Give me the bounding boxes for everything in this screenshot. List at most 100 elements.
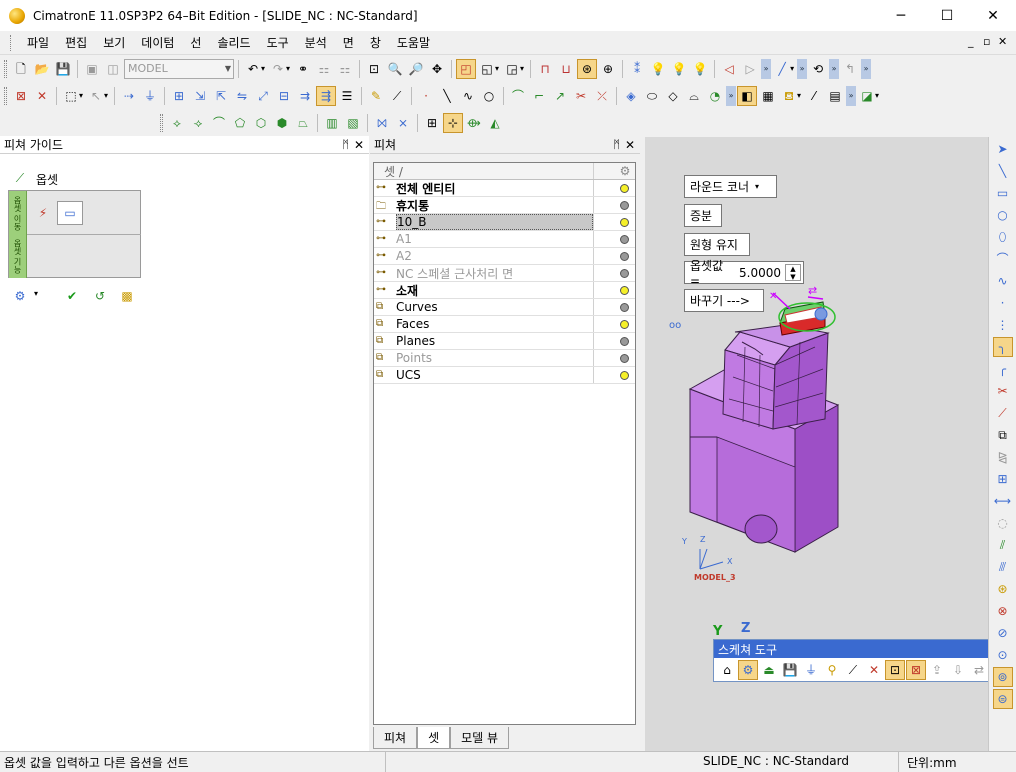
- pick-entity-icon[interactable]: ⚡: [33, 203, 53, 223]
- model-select[interactable]: MODEL ▼: [124, 58, 234, 79]
- trim-icon[interactable]: ✂: [571, 86, 591, 106]
- visibility-header-icon[interactable]: ⚙: [620, 164, 631, 178]
- stamp-icon[interactable]: ⊓: [535, 59, 555, 79]
- constraint7-tool-icon[interactable]: ⊚: [992, 667, 1013, 687]
- sketch-mirror-icon[interactable]: ⇄: [969, 660, 989, 680]
- set-row[interactable]: ⧉ Faces: [374, 316, 635, 333]
- option-dialog-icon[interactable]: ▭: [57, 201, 83, 225]
- tab-model-view[interactable]: 모델 뷰: [450, 727, 510, 749]
- stitch-icon[interactable]: ⟴: [464, 113, 484, 133]
- bulb-on-icon[interactable]: [619, 216, 629, 228]
- fillet-tool-icon[interactable]: ╮: [992, 337, 1013, 357]
- menu-edit[interactable]: 편집: [57, 34, 95, 51]
- change-button[interactable]: 바꾸기 --->: [684, 289, 764, 312]
- bulb-hide-icon[interactable]: 💡: [690, 59, 710, 79]
- toolbar-overflow-icon[interactable]: »: [726, 85, 737, 106]
- bulb-off-icon[interactable]: [619, 335, 629, 347]
- pin-icon[interactable]: ᛗ: [613, 138, 620, 151]
- filter2-icon[interactable]: ⊕: [598, 59, 618, 79]
- minimize-button[interactable]: ─: [878, 0, 924, 31]
- move-icon[interactable]: ⇲: [190, 86, 210, 106]
- bulb-off-icon[interactable]: [619, 233, 629, 245]
- sketch-pick-icon[interactable]: ⚙: [738, 660, 758, 680]
- bulb-on-icon[interactable]: [619, 318, 629, 330]
- sketch-filter-icon[interactable]: ⏚: [801, 660, 821, 680]
- new-file-icon[interactable]: 🗋: [11, 59, 31, 79]
- set-row[interactable]: ⊶ 전체 엔티티: [374, 180, 635, 197]
- box-wire-icon[interactable]: ◲: [502, 59, 522, 79]
- copy-tool-icon[interactable]: ⧉: [993, 425, 1013, 445]
- ellipse-tool-icon[interactable]: ⬯: [993, 227, 1013, 247]
- blend-icon[interactable]: ◇: [663, 86, 683, 106]
- face6-icon[interactable]: ⬢: [272, 113, 292, 133]
- sketch-save-icon[interactable]: 💾: [780, 660, 800, 680]
- constraint6-tool-icon[interactable]: ⊙: [993, 645, 1013, 665]
- maximize-button[interactable]: ☐: [924, 0, 970, 31]
- spline-icon[interactable]: ∿: [458, 86, 478, 106]
- zoom-window-icon[interactable]: 🔎: [406, 59, 426, 79]
- rotate-entity-icon[interactable]: ⇱: [211, 86, 231, 106]
- move-tool-icon[interactable]: ⊞: [993, 469, 1013, 489]
- offset-value-field[interactable]: 옵셋값 = 5.0000 ▲ ▼: [684, 259, 804, 288]
- layer-icon[interactable]: ◫: [103, 59, 123, 79]
- menu-view[interactable]: 보기: [95, 34, 133, 51]
- tree2-icon[interactable]: ⚏: [335, 59, 355, 79]
- sketch-find-icon[interactable]: ⚲: [822, 660, 842, 680]
- bulb-off-icon[interactable]: [619, 301, 629, 313]
- menu-window[interactable]: 창: [362, 34, 389, 51]
- model-view-icon[interactable]: ▣: [82, 59, 102, 79]
- toolbar-grip[interactable]: [10, 34, 13, 51]
- circle-tool-icon[interactable]: ○: [993, 205, 1013, 225]
- set-row[interactable]: ⊶ 10_B: [374, 214, 635, 231]
- bulb-on-icon[interactable]: [619, 284, 629, 296]
- face2-icon[interactable]: ⟢: [188, 113, 208, 133]
- grid-select-active-icon[interactable]: ⊹: [443, 112, 463, 133]
- toolbar-grip[interactable]: [4, 86, 7, 105]
- toolbar-overflow-icon[interactable]: »: [761, 58, 772, 79]
- box-shade-icon[interactable]: ◱: [477, 59, 497, 79]
- menu-help[interactable]: 도움말: [389, 34, 438, 51]
- zoom-fit-icon[interactable]: ⊡: [364, 59, 384, 79]
- face7-icon[interactable]: ⏢: [293, 113, 313, 133]
- constraint5-tool-icon[interactable]: ⊘: [993, 623, 1013, 643]
- menu-tools[interactable]: 도구: [259, 34, 297, 51]
- rotate-icon[interactable]: ⟲: [808, 59, 828, 79]
- extend-icon[interactable]: ↗: [550, 86, 570, 106]
- set-row[interactable]: ⧉ UCS: [374, 367, 635, 384]
- bulb-on-icon[interactable]: [619, 182, 629, 194]
- bulb-on-icon[interactable]: 💡: [669, 59, 689, 79]
- offset-value-input[interactable]: 5.0000: [739, 266, 781, 280]
- split-icon[interactable]: ⤫: [592, 86, 612, 106]
- tab-feature[interactable]: 피쳐: [373, 727, 418, 749]
- mirror-tool-icon[interactable]: ⧎: [993, 447, 1013, 467]
- mdi-minimize-button[interactable]: _: [968, 35, 974, 48]
- set-row[interactable]: ⊶ NC 스페셜 근사처리 면: [374, 265, 635, 282]
- tree-icon[interactable]: ⚏: [314, 59, 334, 79]
- constraint8-tool-icon[interactable]: ⊜: [992, 689, 1013, 709]
- face-icon[interactable]: ⟡: [167, 113, 187, 133]
- toolbar-overflow-icon[interactable]: »: [829, 58, 840, 79]
- keep-circle-button[interactable]: 원형 유지: [684, 233, 750, 256]
- render-icon[interactable]: ◧: [737, 85, 758, 106]
- funnel-icon[interactable]: ⏚: [140, 86, 160, 106]
- menu-face[interactable]: 면: [335, 34, 362, 51]
- constraint2-tool-icon[interactable]: ⫻: [993, 557, 1013, 577]
- bulb-off-icon[interactable]: [619, 199, 629, 211]
- line-icon[interactable]: ╲: [437, 86, 457, 106]
- sketch-import-icon[interactable]: ⇩: [948, 660, 968, 680]
- sketch-auto-icon[interactable]: ⊠: [906, 660, 926, 680]
- box-view-icon[interactable]: ◰: [456, 58, 477, 79]
- cylinder-icon[interactable]: ⬭: [642, 86, 662, 106]
- toolbar-overflow-icon[interactable]: »: [846, 85, 857, 106]
- toolbar-grip[interactable]: [4, 59, 7, 78]
- color-grid-icon[interactable]: ▦: [758, 86, 778, 106]
- set-row[interactable]: ⊶ 소재: [374, 282, 635, 299]
- menu-curve[interactable]: 선: [182, 34, 209, 51]
- spline-tool-icon[interactable]: ∿: [993, 271, 1013, 291]
- menu-datum[interactable]: 데이텀: [133, 34, 182, 51]
- pick-icon[interactable]: ⁑: [627, 59, 647, 79]
- menu-solid[interactable]: 솔리드: [209, 34, 258, 51]
- chamfer-tool-icon[interactable]: ╭: [993, 359, 1013, 379]
- filter-icon[interactable]: ⊛: [577, 58, 598, 79]
- dotted-tool-icon[interactable]: ⋮: [993, 315, 1013, 335]
